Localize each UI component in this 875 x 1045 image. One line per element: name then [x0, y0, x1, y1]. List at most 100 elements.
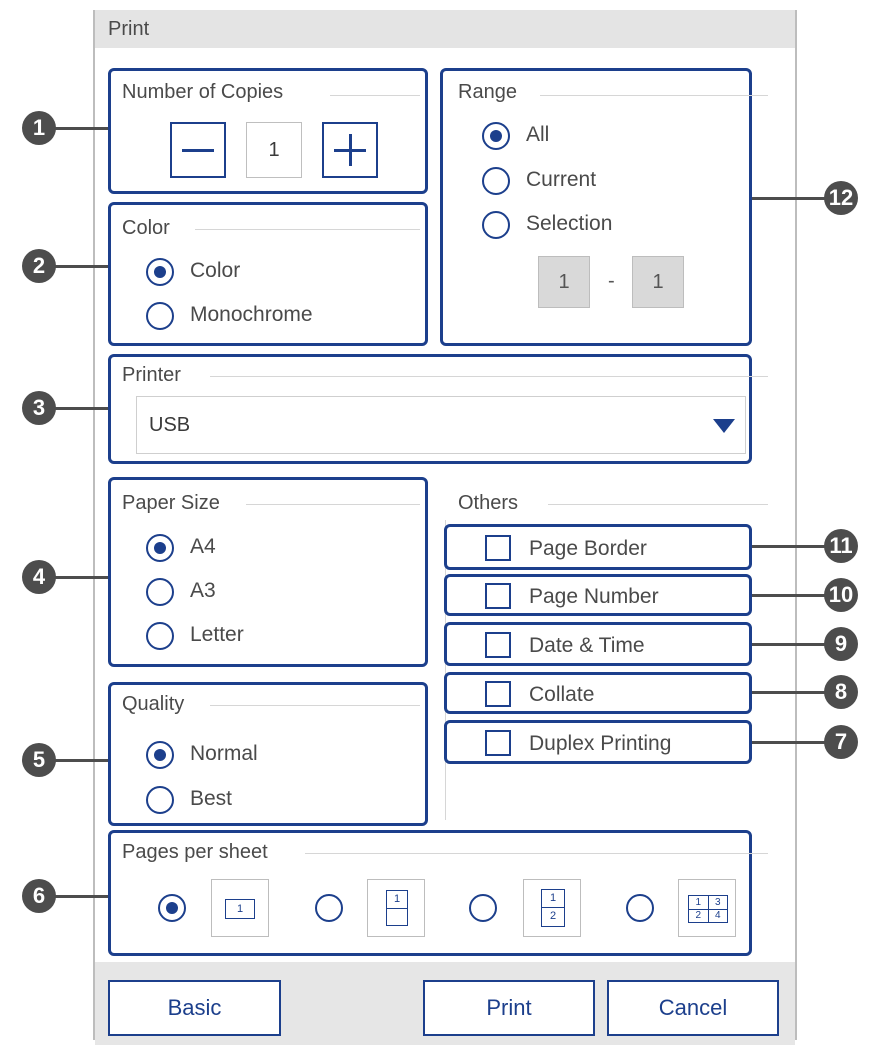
layout-4-cell: 3 — [714, 897, 721, 908]
duplex-printing-checkbox[interactable] — [485, 730, 511, 756]
quality-radio-best[interactable] — [146, 786, 174, 814]
basic-button[interactable]: Basic — [108, 980, 281, 1036]
monochrome-option-label: Monochrome — [190, 303, 313, 326]
callout-9: 9 — [824, 627, 858, 661]
divider — [210, 705, 420, 706]
callout-6: 6 — [22, 879, 56, 913]
chevron-down-icon — [713, 419, 735, 433]
range-selection-label: Selection — [526, 212, 613, 235]
callout-leader — [54, 265, 108, 268]
color-radio-monochrome[interactable] — [146, 302, 174, 330]
paper-radio-a4[interactable] — [146, 534, 174, 562]
range-radio-selection[interactable] — [482, 211, 510, 239]
range-from-input[interactable]: 1 — [538, 256, 590, 308]
layout-1-page: 1 — [225, 899, 255, 919]
layout-2-landscape-page: 1 — [386, 890, 408, 926]
layout-2-portrait-bottom: 2 — [549, 910, 557, 922]
paper-a4-label: A4 — [190, 535, 216, 558]
callout-leader — [54, 407, 108, 410]
collate-checkbox[interactable] — [485, 681, 511, 707]
layout-2-landscape-cell: 1 — [387, 891, 407, 909]
pages-radio-1[interactable] — [158, 894, 186, 922]
range-current-label: Current — [526, 168, 597, 191]
range-radio-current[interactable] — [482, 167, 510, 195]
page-number-label: Page Number — [529, 585, 659, 608]
color-radio-color[interactable] — [146, 258, 174, 286]
callout-11: 11 — [824, 529, 858, 563]
increase-copies-button[interactable] — [322, 122, 378, 178]
duplex-printing-label: Duplex Printing — [529, 732, 672, 755]
divider — [548, 504, 768, 505]
paper-size-label: Paper Size — [122, 492, 228, 515]
color-option-label: Color — [190, 259, 241, 282]
plus-icon-vertical — [349, 134, 352, 166]
page-border-checkbox[interactable] — [485, 535, 511, 561]
divider — [540, 95, 768, 96]
layout-4-cell: 4 — [714, 910, 721, 921]
quality-radio-normal[interactable] — [146, 741, 174, 769]
duplex-printing-option[interactable]: Duplex Printing — [444, 720, 752, 764]
layout-4-cell: 1 — [689, 896, 709, 909]
divider — [246, 504, 420, 505]
callout-leader — [752, 594, 826, 597]
page-number-option[interactable]: Page Number — [444, 574, 752, 616]
layout-4-row: 2 4 — [689, 910, 727, 922]
layout-4-icon[interactable]: 1 3 2 4 — [678, 879, 736, 937]
callout-10: 10 — [824, 578, 858, 612]
color-label: Color — [122, 217, 178, 240]
pages-radio-2-landscape[interactable] — [315, 894, 343, 922]
print-button[interactable]: Print — [423, 980, 595, 1036]
callout-leader — [752, 741, 826, 744]
callout-4: 4 — [22, 560, 56, 594]
callout-leader — [752, 691, 826, 694]
decrease-copies-button[interactable] — [170, 122, 226, 178]
page-number-checkbox[interactable] — [485, 583, 511, 609]
range-to-input[interactable]: 1 — [632, 256, 684, 308]
printer-label: Printer — [122, 364, 189, 387]
callout-leader — [54, 895, 108, 898]
paper-radio-letter[interactable] — [146, 622, 174, 650]
callout-2: 2 — [22, 249, 56, 283]
callout-1: 1 — [22, 111, 56, 145]
date-time-label: Date & Time — [529, 634, 645, 657]
paper-letter-label: Letter — [190, 623, 244, 646]
callout-leader — [54, 576, 108, 579]
copies-label: Number of Copies — [122, 81, 292, 104]
callout-12: 12 — [824, 181, 858, 215]
page-border-label: Page Border — [529, 537, 647, 560]
paper-radio-a3[interactable] — [146, 578, 174, 606]
pages-radio-4[interactable] — [626, 894, 654, 922]
collate-label: Collate — [529, 683, 595, 706]
callout-leader — [54, 759, 108, 762]
date-time-option[interactable]: Date & Time — [444, 622, 752, 666]
printer-select[interactable]: USB — [136, 396, 746, 454]
range-radio-all[interactable] — [482, 122, 510, 150]
range-separator: - — [608, 270, 615, 292]
callout-leader — [54, 127, 108, 130]
divider — [210, 376, 768, 377]
cancel-button[interactable]: Cancel — [607, 980, 779, 1036]
collate-option[interactable]: Collate — [444, 672, 752, 714]
layout-1-icon[interactable]: 1 — [211, 879, 269, 937]
range-all-label: All — [526, 123, 550, 146]
range-group — [440, 68, 752, 346]
copies-input[interactable]: 1 — [246, 122, 302, 178]
pages-radio-2-portrait[interactable] — [469, 894, 497, 922]
divider — [305, 853, 768, 854]
callout-5: 5 — [22, 743, 56, 777]
others-label: Others — [458, 492, 527, 515]
layout-2-landscape-icon[interactable]: 1 — [367, 879, 425, 937]
date-time-checkbox[interactable] — [485, 632, 511, 658]
layout-2-portrait-icon[interactable]: 1 2 — [523, 879, 581, 937]
range-label: Range — [458, 81, 525, 104]
dialog-title: Print — [108, 18, 150, 40]
layout-2-portrait-page: 1 2 — [541, 889, 565, 927]
callout-leader — [752, 643, 826, 646]
quality-label: Quality — [122, 693, 193, 716]
callout-3: 3 — [22, 391, 56, 425]
title-bar — [95, 10, 795, 48]
callout-7: 7 — [824, 725, 858, 759]
quality-normal-label: Normal — [190, 742, 258, 765]
divider — [330, 95, 420, 96]
page-border-option[interactable]: Page Border — [444, 524, 752, 570]
